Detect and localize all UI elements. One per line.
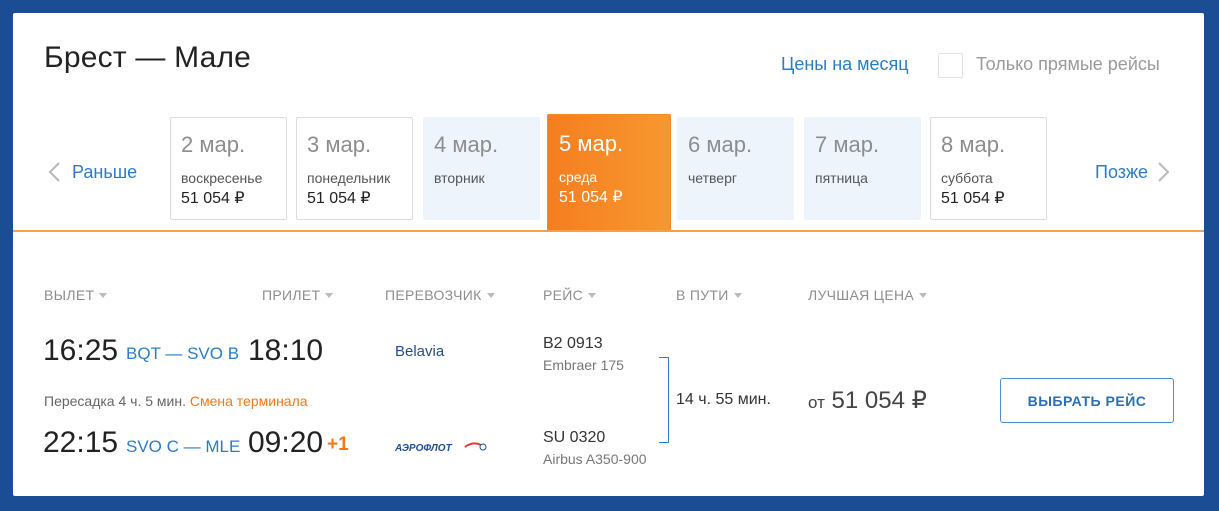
segment-1-aircraft: Embraer 175 [543,357,624,373]
date-tab-2[interactable]: 4 мар. вторник [423,117,540,220]
date-tab-6[interactable]: 8 мар. суббота 51 054 ₽ [930,117,1047,220]
price-value: 51 054 ₽ [831,387,927,414]
select-flight-button[interactable]: ВЫБРАТЬ РЕЙС [1000,378,1174,423]
date-tab-3-selected[interactable]: 5 мар. среда 51 054 ₽ [547,114,671,231]
sort-duration-label: В ПУТИ [676,287,729,303]
date-tab-price: 51 054 ₽ [941,190,1005,207]
terminal-change-warning: Смена терминала [189,393,308,409]
date-tab-date: 4 мар. [434,132,499,157]
date-tab-date: 6 мар. [688,132,753,157]
sort-flight[interactable]: РЕЙС [543,287,597,303]
segment-2-flight-number: SU 0320 [543,429,606,446]
sort-duration[interactable]: В ПУТИ [676,287,742,303]
date-tab-price: 51 054 ₽ [559,189,623,206]
sort-arrow-icon [919,292,928,298]
sort-best-price-label: ЛУЧШАЯ ЦЕНА [808,287,915,303]
direct-only-checkbox[interactable] [938,53,963,78]
date-tab-weekday: понедельник [307,170,391,186]
date-tab-weekday: среда [559,169,598,185]
total-duration: 14 ч. 55 мин. [676,391,771,408]
later-label: Позже [1095,161,1149,182]
chevron-right-icon [1154,161,1172,183]
direct-only-label[interactable]: Только прямые рейсы [976,54,1160,75]
date-tab-price: 51 054 ₽ [181,190,245,207]
sort-arrival[interactable]: ПРИЛЕТ [262,287,334,303]
date-tab-date: 8 мар. [941,132,1006,157]
sort-arrival-label: ПРИЛЕТ [262,287,321,303]
date-tab-weekday: четверг [688,170,737,186]
sort-departure-label: ВЫЛЕТ [44,287,95,303]
sort-arrow-icon [486,292,495,298]
month-prices-link[interactable]: Цены на месяц [781,54,909,75]
date-tab-date: 2 мар. [181,132,246,157]
segment-2-arrival-time: 09:20 [248,426,324,459]
sort-flight-label: РЕЙС [543,287,584,303]
price-prefix: от [808,393,825,412]
search-results-card: Брест — Мале Цены на месяц Только прямые… [13,13,1204,496]
date-tab-weekday: вторник [434,170,485,186]
sort-best-price[interactable]: ЛУЧШАЯ ЦЕНА [808,287,928,303]
belavia-logo: Belavia [395,341,475,366]
best-price: от 51 054 ₽ [808,386,927,415]
date-tab-4[interactable]: 6 мар. четверг [677,117,794,220]
segment-1-flight-number: B2 0913 [543,335,603,352]
segment-1-departure-time: 16:25 [43,334,119,367]
earlier-button[interactable]: Раньше [46,161,137,183]
date-tab-date: 5 мар. [559,131,624,156]
next-day-badge: +1 [327,434,349,455]
date-tab-weekday: суббота [941,170,993,186]
date-strip-divider [13,230,1204,232]
date-tab-1[interactable]: 3 мар. понедельник 51 054 ₽ [296,117,413,220]
route-title: Брест — Мале [44,41,252,74]
duration-bracket [659,357,669,443]
transfer-info: Пересадка 4 ч. 5 мин. Смена терминала [44,393,308,409]
sort-arrow-icon [99,292,108,298]
sort-arrow-icon [588,292,597,298]
aeroflot-logo-text: АЭРОФЛОТ [395,443,453,454]
segment-2-aircraft: Airbus A350-900 [543,451,647,467]
earlier-label: Раньше [72,161,138,182]
sort-carrier-label: ПЕРЕВОЗЧИК [385,287,482,303]
later-button[interactable]: Позже [1095,161,1172,183]
segment-2-departure-time: 22:15 [43,426,119,459]
transfer-duration: Пересадка 4 ч. 5 мин. [44,393,186,409]
date-tab-5[interactable]: 7 мар. пятница [804,117,921,220]
date-tab-date: 7 мар. [815,132,880,157]
sort-arrow-icon [733,292,742,298]
sort-arrow-icon [325,292,334,298]
date-tab-0[interactable]: 2 мар. воскресенье 51 054 ₽ [170,117,287,220]
date-tab-weekday: воскресенье [181,170,263,186]
segment-1-airports: BQT — SVO B [126,344,240,363]
sort-departure[interactable]: ВЫЛЕТ [44,287,108,303]
sort-carrier[interactable]: ПЕРЕВОЗЧИК [385,287,495,303]
aeroflot-logo: АЭРОФЛОТ [394,438,490,461]
belavia-logo-text: Belavia [395,343,445,360]
date-tab-date: 3 мар. [307,132,372,157]
segment-1-arrival-time: 18:10 [248,334,324,367]
chevron-left-icon [46,161,64,183]
date-tab-price: 51 054 ₽ [307,190,371,207]
segment-2-airports: SVO C — MLE [126,437,241,456]
date-tab-weekday: пятница [815,170,868,186]
